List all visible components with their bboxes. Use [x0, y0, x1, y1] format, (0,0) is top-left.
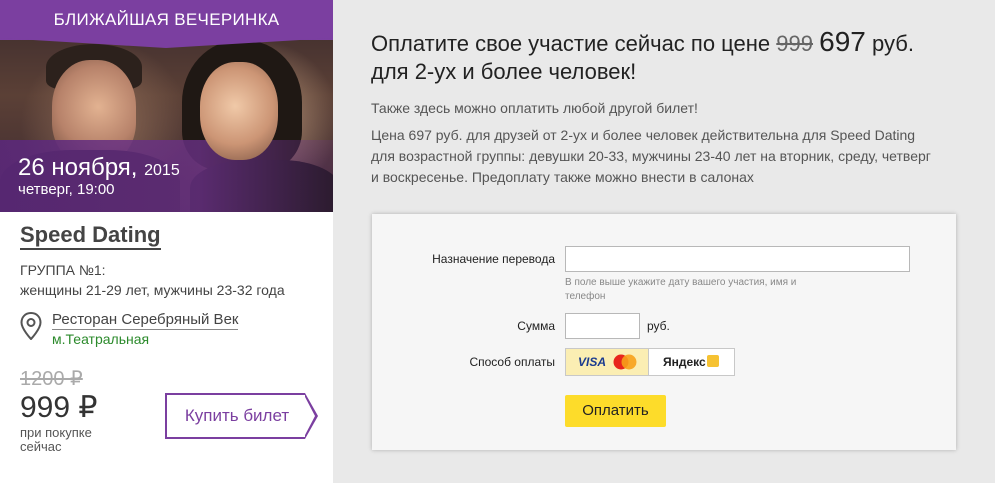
location-pin-icon — [20, 312, 42, 340]
event-date: 26 ноября, 2015 — [18, 154, 180, 181]
venue-link[interactable]: Ресторан Серебряный Век — [52, 310, 239, 330]
event-day-time: четверг, 19:00 — [18, 181, 115, 198]
buy-ticket-label: Купить билет — [184, 406, 290, 425]
price-note: при покупке сейчас — [20, 425, 92, 454]
buy-ticket-button[interactable]: Купить билет — [165, 393, 318, 439]
pay-button[interactable]: Оплатить — [565, 395, 666, 427]
card-payment-option[interactable]: VISA — [566, 349, 649, 375]
metro-station: м.Театральная — [52, 331, 150, 347]
payment-method-selector: VISA Яндекс — [565, 348, 735, 376]
yandex-logo: Яндекс — [663, 355, 706, 369]
event-card: БЛИЖАЙШАЯ ВЕЧЕРИНКА 26 ноября, 2015 четв… — [0, 0, 333, 483]
old-price: 1200 ₽ — [20, 368, 83, 390]
offer-headline: Оплатите свое участие сейчас по цене 999… — [371, 26, 914, 85]
woman-face — [200, 62, 278, 160]
yandex-money-option[interactable]: Яндекс — [649, 349, 734, 375]
sum-unit: руб. — [647, 319, 670, 333]
upcoming-banner-label: БЛИЖАЙШАЯ ВЕЧЕРИНКА — [53, 10, 280, 29]
sum-label: Сумма — [517, 319, 555, 333]
headline-new-price: 697 — [819, 26, 866, 57]
sum-input[interactable] — [565, 313, 640, 339]
visa-logo: VISA — [578, 355, 607, 369]
current-price: 999 ₽ — [20, 391, 98, 424]
offer-note: Также здесь можно оплатить любой другой … — [371, 100, 698, 116]
mastercard-icon — [613, 354, 637, 370]
event-group: ГРУППА №1: женщины 21-29 лет, мужчины 23… — [20, 262, 285, 298]
purpose-label: Назначение перевода — [432, 252, 555, 266]
event-year: 2015 — [144, 162, 180, 179]
payment-method-label: Способ оплаты — [469, 355, 555, 369]
wallet-icon — [707, 355, 719, 367]
purpose-input[interactable] — [565, 246, 910, 272]
offer-description: Цена 697 руб. для друзей от 2-ух и более… — [371, 127, 931, 185]
event-photo: БЛИЖАЙШАЯ ВЕЧЕРИНКА 26 ноября, 2015 четв… — [0, 0, 333, 212]
event-title-link[interactable]: Speed Dating — [20, 222, 161, 250]
purpose-hint: В поле выше укажите дату вашего участия,… — [565, 277, 797, 302]
headline-old-price: 999 — [776, 31, 814, 56]
